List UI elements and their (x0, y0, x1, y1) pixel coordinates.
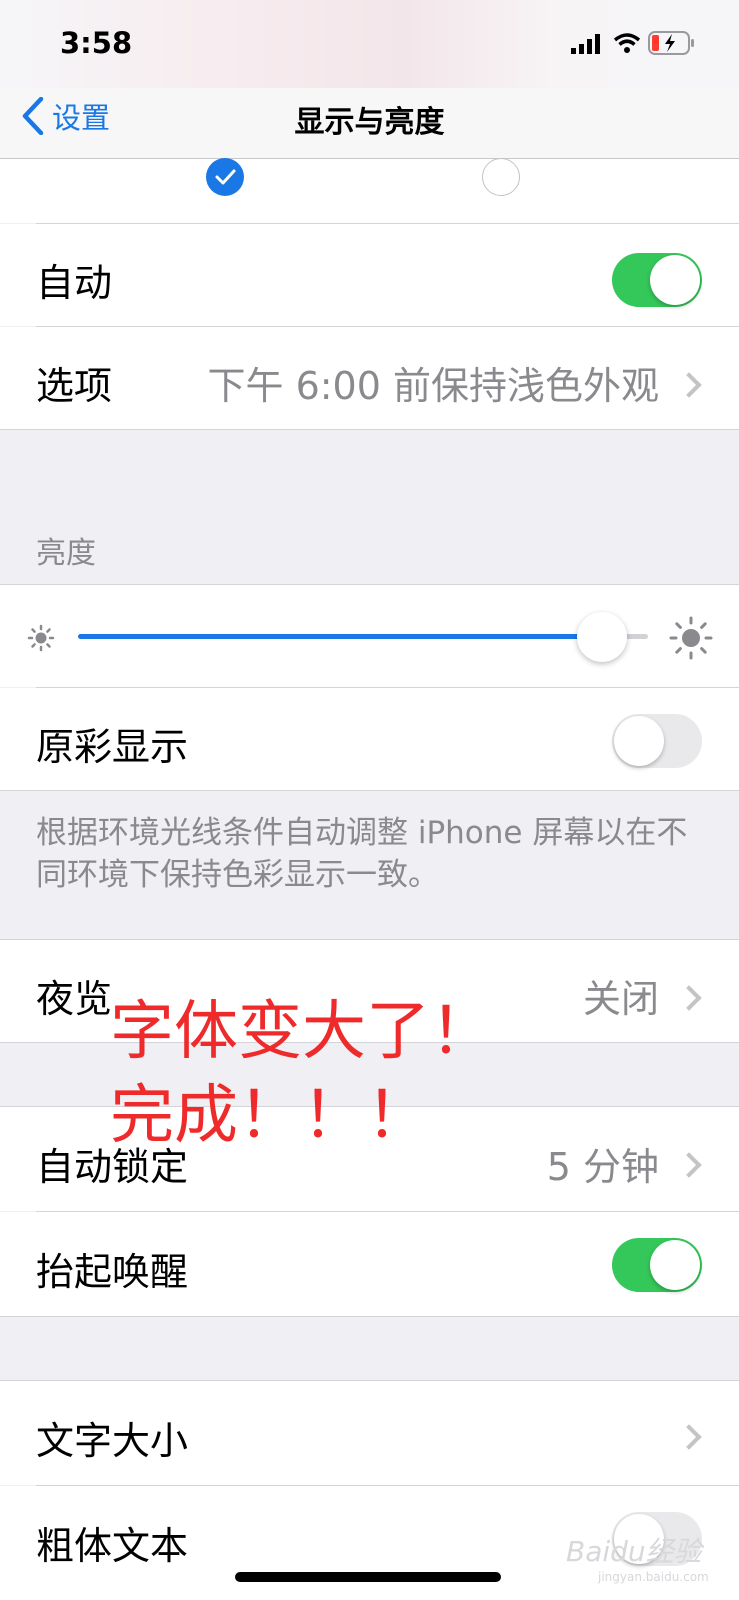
true-tone-label: 原彩显示 (36, 725, 189, 769)
home-indicator[interactable] (235, 1572, 501, 1582)
true-tone-footer: 根据环境光线条件自动调整 iPhone 屏幕以在不同环境下保持色彩显示一致。 (36, 815, 688, 893)
options-value: 下午 6:00 前保持浅色外观 (207, 364, 660, 408)
sun-large-icon (668, 615, 714, 661)
toggle-knob (614, 716, 664, 766)
appearance-light-radio[interactable] (206, 158, 244, 196)
signal-icon (571, 34, 603, 54)
divider (0, 1316, 739, 1317)
toggle-knob (650, 255, 700, 305)
text-size-label: 文字大小 (36, 1419, 189, 1463)
status-time: 3:58 (60, 26, 133, 60)
watermark-sub: jingyan.baidu.com (598, 1570, 709, 1584)
annotation-line-1: 字体变大了！ (110, 995, 494, 1069)
raise-to-wake-toggle[interactable] (612, 1238, 702, 1292)
watermark-text: Baidu经验 (566, 1535, 702, 1568)
automatic-toggle[interactable] (612, 253, 702, 307)
night-shift-label: 夜览 (36, 977, 113, 1021)
sun-small-icon (26, 623, 56, 653)
battery-icon (648, 30, 696, 56)
raise-to-wake-label: 抬起唤醒 (36, 1250, 189, 1294)
slider-fill (78, 634, 603, 639)
annotation-line-2: 完成！！！ (110, 1079, 430, 1153)
auto-lock-value: 5 分钟 (546, 1145, 659, 1189)
appearance-group (0, 159, 739, 223)
brightness-section-header: 亮度 (36, 536, 96, 571)
appearance-dark-radio[interactable] (482, 158, 520, 196)
watermark: Baidu经验 (566, 1530, 702, 1570)
divider (0, 429, 739, 430)
page-title: 显示与亮度 (294, 105, 445, 140)
true-tone-toggle[interactable] (612, 714, 702, 768)
checkmark-icon (215, 169, 236, 185)
options-label: 选项 (36, 364, 113, 408)
automatic-label: 自动 (36, 261, 113, 305)
bold-text-label: 粗体文本 (36, 1524, 189, 1568)
toggle-knob (650, 1240, 700, 1290)
divider (0, 790, 739, 791)
slider-thumb[interactable] (577, 612, 628, 662)
wifi-icon (613, 32, 641, 54)
brightness-slider[interactable] (78, 612, 648, 662)
